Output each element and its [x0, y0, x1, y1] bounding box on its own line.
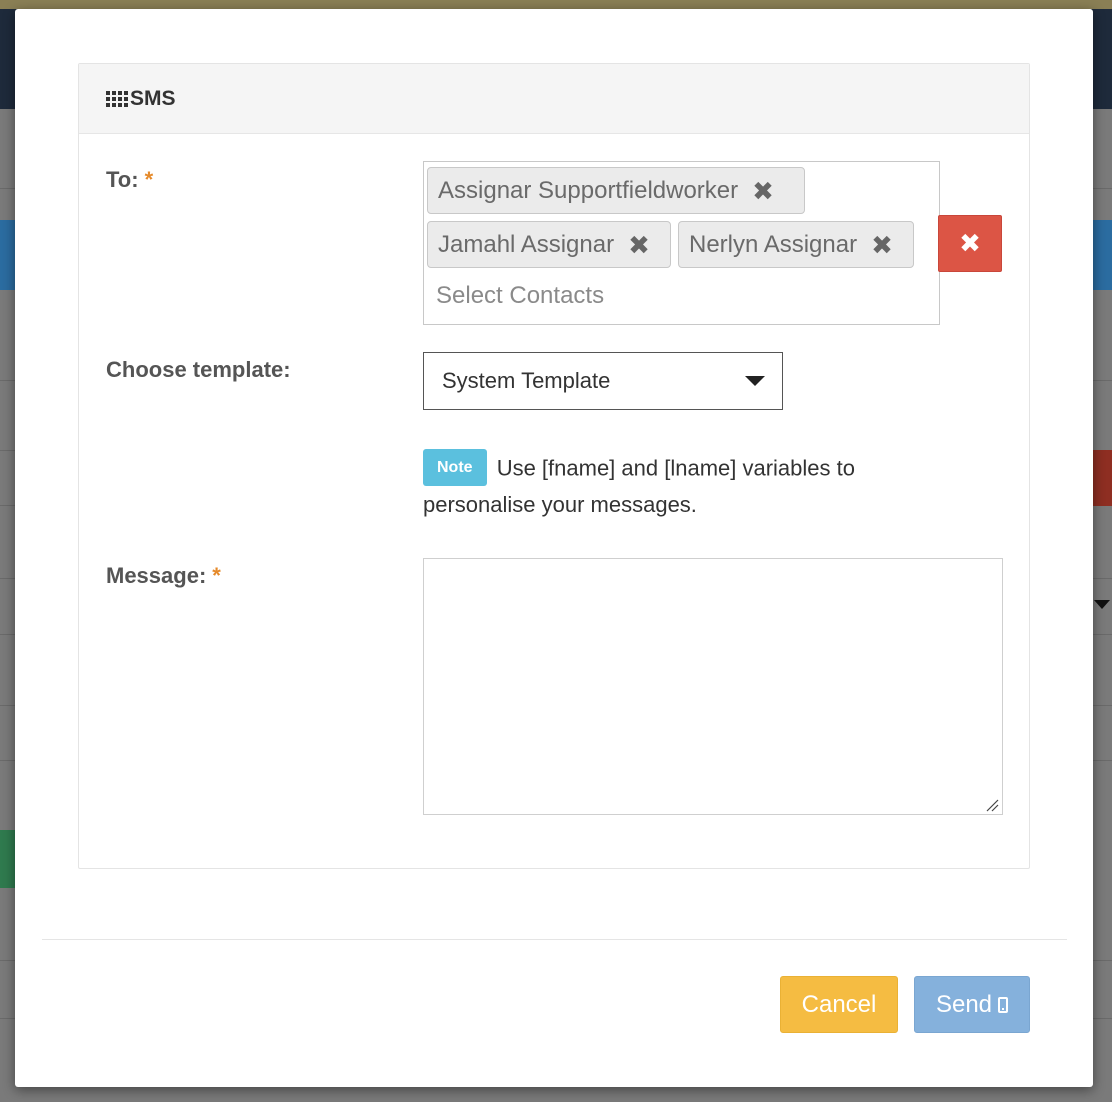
recipient-tag: Assignar Supportfieldworker ✖	[427, 167, 805, 214]
to-label: To: *	[106, 167, 153, 193]
note-badge: Note	[423, 449, 487, 486]
background-top-strip	[0, 0, 1112, 9]
remove-recipient-icon[interactable]: ✖	[871, 232, 893, 258]
required-mark: *	[144, 167, 154, 192]
caret-down-icon	[745, 376, 765, 386]
send-button[interactable]: Send	[914, 976, 1030, 1033]
recipient-tag: Nerlyn Assignar ✖	[678, 221, 914, 268]
template-selected-value: System Template	[442, 368, 611, 393]
recipient-name: Nerlyn Assignar	[689, 230, 858, 258]
remove-recipient-icon[interactable]: ✖	[752, 178, 774, 204]
note-text: Use [fname] and [lname] variables to per…	[423, 455, 855, 517]
grid-icon	[106, 90, 130, 107]
to-label-text: To:	[106, 167, 139, 192]
recipient-name: Jamahl Assignar	[438, 230, 615, 258]
background-red-block	[1092, 450, 1112, 506]
message-label-text: Message:	[106, 563, 207, 588]
sms-panel: SMS To: * Assignar Supportfieldworker ✖ J…	[78, 63, 1030, 869]
required-mark: *	[212, 563, 221, 588]
mobile-phone-icon	[998, 996, 1009, 1013]
template-select[interactable]: System Template	[423, 352, 783, 410]
clear-recipients-button[interactable]: ✖	[938, 215, 1002, 272]
message-label: Message: *	[106, 563, 221, 589]
recipients-search-input[interactable]: Select Contacts	[436, 282, 604, 310]
close-icon: ✖	[959, 228, 981, 258]
footer-divider	[42, 939, 1067, 940]
recipient-tag: Jamahl Assignar ✖	[427, 221, 671, 268]
remove-recipient-icon[interactable]: ✖	[628, 232, 650, 258]
panel-title: SMS	[130, 86, 176, 110]
sms-modal: SMS To: * Assignar Supportfieldworker ✖ J…	[15, 9, 1093, 1087]
panel-header: SMS	[79, 64, 1029, 134]
send-label: Send	[935, 990, 993, 1018]
variables-note: Note Use [fname] and [lname] variables t…	[423, 449, 923, 522]
recipients-select[interactable]: Assignar Supportfieldworker ✖ Jamahl Ass…	[423, 161, 940, 325]
message-textarea[interactable]	[423, 558, 1003, 815]
recipient-name: Assignar Supportfieldworker	[438, 176, 739, 204]
cancel-button[interactable]: Cancel	[780, 976, 898, 1033]
resize-grip-icon[interactable]	[985, 798, 999, 812]
background-caret-icon	[1094, 600, 1110, 609]
template-label: Choose template:	[106, 357, 291, 382]
